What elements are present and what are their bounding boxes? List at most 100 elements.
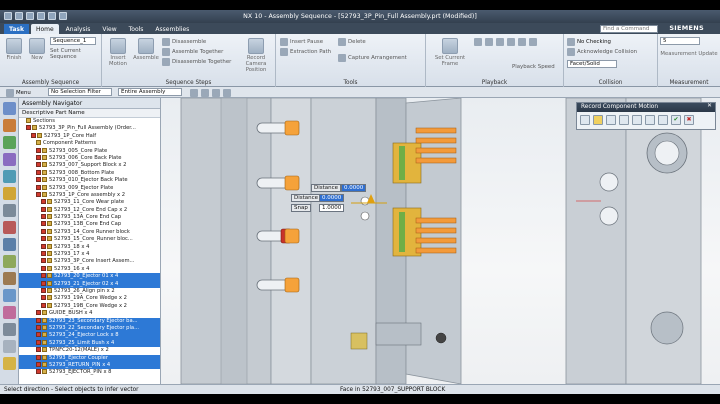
- navigator-row[interactable]: 52793_18 x 4: [19, 243, 160, 251]
- acknowledge-collision-button[interactable]: Acknowledge Collision: [567, 48, 637, 56]
- navigator-row[interactable]: GUIDE_BUSH x 4: [19, 310, 160, 317]
- close-icon[interactable]: ✕: [707, 103, 712, 109]
- set-current-frame-button[interactable]: Set Current Frame: [430, 38, 470, 67]
- visibility-checkbox[interactable]: [41, 287, 46, 293]
- visibility-checkbox[interactable]: [36, 354, 41, 360]
- sequence-navigator-icon[interactable]: [2, 306, 16, 319]
- navigator-row[interactable]: 52793_3P_Pin_Full Assembly (Order...: [19, 125, 160, 132]
- visibility-checkbox[interactable]: [41, 214, 46, 220]
- new-button[interactable]: New: [27, 38, 47, 61]
- disassemble-together-button[interactable]: Disassemble Together: [162, 58, 231, 66]
- navigator-row[interactable]: 52793_007_Support Block x 2: [19, 162, 160, 169]
- visibility-checkbox[interactable]: [36, 162, 41, 168]
- visibility-checkbox[interactable]: [36, 317, 41, 323]
- move-handles-icon[interactable]: [593, 115, 603, 125]
- cancel-icon[interactable]: ✖: [684, 115, 694, 125]
- manufacturing-wizards-icon[interactable]: [2, 255, 16, 268]
- visibility-checkbox[interactable]: [36, 369, 41, 375]
- capture-arrangement-button[interactable]: Capture Arrangement: [338, 54, 407, 62]
- fast-forward-icon[interactable]: [529, 38, 537, 46]
- process-studio-icon[interactable]: [2, 238, 16, 251]
- align-icon[interactable]: [619, 115, 629, 125]
- selection-filter-dropdown[interactable]: No Selection Filter: [48, 88, 112, 96]
- help-icon[interactable]: [2, 357, 16, 370]
- finish-button[interactable]: Finish: [3, 38, 25, 61]
- navigator-row[interactable]: 52793_009_Ejector Plate: [19, 184, 160, 192]
- constraint-navigator-icon[interactable]: [2, 119, 16, 132]
- web-browser-icon[interactable]: [2, 187, 16, 200]
- snap-intersection-icon[interactable]: [223, 89, 231, 97]
- navigator-row[interactable]: 52793_006_Core Back Plate: [19, 154, 160, 162]
- play-back-icon[interactable]: [496, 38, 504, 46]
- navigator-row[interactable]: 52793_23_Secondary Ejector ba...: [19, 317, 160, 325]
- part-navigator-icon[interactable]: [2, 136, 16, 149]
- set-current-sequence-button[interactable]: Set Current Sequence: [50, 48, 100, 60]
- assemble-together-button[interactable]: Assemble Together: [162, 48, 223, 56]
- tab-task[interactable]: Task: [4, 24, 29, 34]
- navigator-row[interactable]: 52793_14_Core Runner block: [19, 228, 160, 236]
- visibility-checkbox[interactable]: [41, 258, 46, 264]
- reuse-library-icon[interactable]: [2, 153, 16, 166]
- visibility-checkbox[interactable]: [41, 280, 46, 286]
- navigator-row[interactable]: 52793_13A_Core End Cap: [19, 214, 160, 221]
- step-back-icon[interactable]: [485, 38, 493, 46]
- assemble-button[interactable]: Assemble: [132, 38, 160, 61]
- visibility-checkbox[interactable]: [41, 265, 46, 271]
- visibility-checkbox[interactable]: [41, 236, 46, 242]
- history-icon[interactable]: [2, 204, 16, 217]
- roles-icon[interactable]: [2, 272, 16, 285]
- navigator-row[interactable]: 52793_16 x 4: [19, 265, 160, 273]
- snap-input[interactable]: 1.0000: [319, 204, 345, 212]
- tools-icon[interactable]: [2, 323, 16, 336]
- navigator-row[interactable]: 52793_1P_Core Half: [19, 132, 160, 140]
- rewind-icon[interactable]: [474, 38, 482, 46]
- visibility-checkbox[interactable]: [36, 339, 41, 345]
- navigator-row[interactable]: 52793_EJECTOR_PIN x 8: [19, 369, 160, 376]
- visibility-checkbox[interactable]: [36, 310, 41, 316]
- visibility-checkbox[interactable]: [41, 199, 46, 205]
- assembly-navigator-icon[interactable]: [2, 102, 16, 115]
- navigator-row[interactable]: 52793_13B_Core End Cap: [19, 221, 160, 228]
- motion-envelope-icon[interactable]: [632, 115, 642, 125]
- navigator-row[interactable]: 52793_12_Core End Cap x 2: [19, 206, 160, 214]
- visibility-checkbox[interactable]: [36, 184, 41, 190]
- tab-tools[interactable]: Tools: [124, 24, 149, 34]
- tab-home[interactable]: Home: [30, 24, 59, 34]
- snap-center-icon[interactable]: [212, 89, 220, 97]
- visibility-checkbox[interactable]: [41, 243, 46, 249]
- extraction-path-button[interactable]: Extraction Path: [280, 48, 331, 56]
- visibility-checkbox[interactable]: [41, 302, 46, 308]
- visibility-checkbox[interactable]: [41, 228, 46, 234]
- visibility-checkbox[interactable]: [36, 169, 41, 175]
- tab-analysis[interactable]: Analysis: [61, 24, 96, 34]
- navigator-row[interactable]: 52793_25_Limit Bush x 4: [19, 339, 160, 348]
- snap-endpoint-icon[interactable]: [190, 89, 198, 97]
- navigator-row[interactable]: 52793_Ejector Coupler: [19, 354, 160, 362]
- collision-icon[interactable]: [645, 115, 655, 125]
- sequence-dropdown[interactable]: Sequence_1: [50, 37, 96, 45]
- ok-icon[interactable]: ✔: [671, 115, 681, 125]
- visibility-checkbox[interactable]: [36, 347, 41, 353]
- visibility-checkbox[interactable]: [36, 177, 41, 183]
- navigator-row[interactable]: 52793_010_Ejector Back Plate: [19, 177, 160, 184]
- snap-midpoint-icon[interactable]: [201, 89, 209, 97]
- visibility-checkbox[interactable]: [36, 147, 41, 153]
- visibility-checkbox[interactable]: [41, 221, 46, 227]
- delete-button[interactable]: Delete: [338, 38, 366, 46]
- navigator-row[interactable]: 52793_19A_Core Wedge x 2: [19, 295, 160, 302]
- facet-solid-dropdown[interactable]: Facet/Solid: [567, 60, 617, 68]
- tab-view[interactable]: View: [97, 24, 121, 34]
- menu-button[interactable]: Menu: [6, 89, 31, 97]
- navigator-row[interactable]: 52793_21_Ejector 02 x 4: [19, 280, 160, 288]
- system-scenes-icon[interactable]: [2, 289, 16, 302]
- visibility-checkbox[interactable]: [36, 332, 41, 338]
- snap-handles-icon[interactable]: [606, 115, 616, 125]
- visibility-checkbox[interactable]: [36, 361, 41, 367]
- navigator-row[interactable]: 52793_24_Ejector Lock x 8: [19, 332, 160, 340]
- navigator-column-header[interactable]: Descriptive Part Name: [19, 109, 160, 118]
- visibility-checkbox[interactable]: [36, 191, 41, 197]
- tab-assemblies[interactable]: Assemblies: [150, 24, 194, 34]
- navigator-row[interactable]: 52793_005_Core Plate: [19, 147, 160, 155]
- insert-pause-button[interactable]: Insert Pause: [280, 38, 323, 46]
- insert-motion-button[interactable]: Insert Motion: [106, 38, 130, 67]
